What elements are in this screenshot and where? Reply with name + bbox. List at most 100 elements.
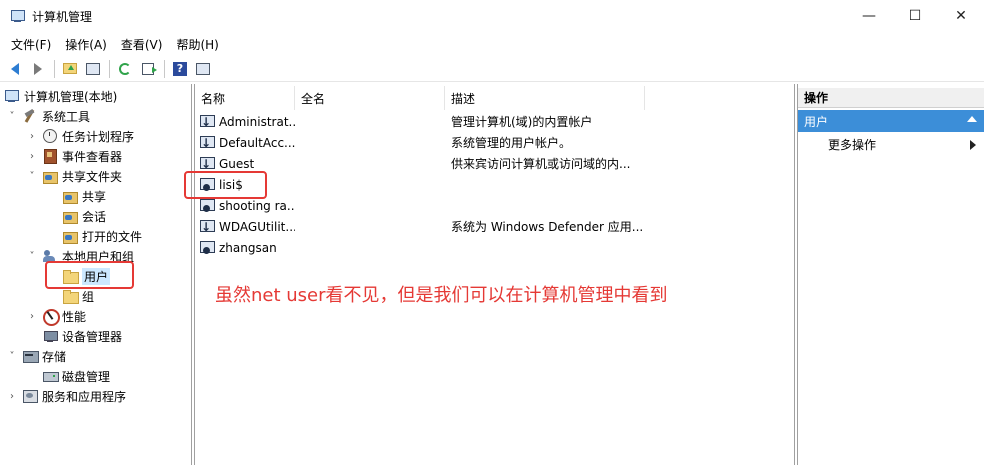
- user-description: [445, 237, 645, 258]
- list-row[interactable]: DefaultAcc... 系统管理的用户帐户。: [195, 132, 795, 153]
- console-tree: 计算机管理(本地) ˅ 系统工具 › 任务计划程序 › 事件查看器 ˅ 共享文件…: [0, 84, 192, 465]
- tree-label: 共享: [82, 189, 107, 204]
- shared-folder-icon: [62, 228, 78, 244]
- event-viewer-icon: [42, 148, 58, 164]
- window-controls: — ☐ ✕: [846, 0, 984, 32]
- actions-title: 操作: [798, 88, 984, 108]
- user-full-name: [295, 111, 445, 132]
- storage-icon: [22, 348, 39, 364]
- user-disabled-icon: [199, 219, 215, 235]
- user-description: 系统管理的用户帐户。: [451, 136, 572, 150]
- tree-sessions[interactable]: 会话: [62, 206, 106, 226]
- tree-system-tools[interactable]: ˅ 系统工具: [6, 106, 91, 126]
- disk-icon: [42, 368, 59, 384]
- tree-label: 组: [82, 289, 95, 304]
- tree-device-manager[interactable]: 设备管理器: [42, 326, 122, 346]
- tree-storage[interactable]: ˅ 存储: [6, 346, 67, 366]
- forward-button[interactable]: [27, 59, 49, 79]
- user-name: Administrat...: [219, 114, 295, 129]
- list-header: 名称 全名 描述: [195, 86, 795, 110]
- actions-section-users[interactable]: 用户: [798, 110, 984, 132]
- chevron-down-icon[interactable]: ˅: [6, 110, 18, 122]
- export-button[interactable]: [137, 59, 159, 79]
- column-header-full-name[interactable]: 全名: [295, 86, 445, 110]
- user-name: zhangsan: [219, 240, 277, 255]
- tree-shared-folders[interactable]: ˅ 共享文件夹: [26, 166, 122, 186]
- chevron-down-icon[interactable]: ˅: [6, 350, 18, 362]
- list-row[interactable]: lisi$: [195, 174, 795, 195]
- annotation-text: 虽然net user看不见，但是我们可以在计算机管理中看到: [215, 285, 668, 306]
- show-hide-tree-button[interactable]: [82, 59, 104, 79]
- toolbar: ?: [0, 56, 984, 82]
- column-header-description[interactable]: 描述: [445, 86, 645, 110]
- tree-label: 事件查看器: [62, 149, 123, 164]
- chevron-down-icon[interactable]: ˅: [26, 170, 38, 182]
- user-full-name: [295, 237, 445, 258]
- computer-icon: [4, 88, 20, 104]
- tree-task-scheduler[interactable]: › 任务计划程序: [26, 126, 134, 146]
- up-folder-button[interactable]: [59, 59, 81, 79]
- user-disabled-icon: [199, 156, 215, 172]
- chevron-right-icon[interactable]: ›: [26, 150, 38, 162]
- computer-management-icon: [10, 8, 26, 24]
- refresh-icon: [119, 62, 131, 75]
- collapse-up-icon[interactable]: [967, 116, 977, 122]
- maximize-button[interactable]: ☐: [892, 0, 938, 32]
- tree-performance[interactable]: › 性能: [26, 306, 86, 326]
- list-row[interactable]: Guest 供来宾访问计算机或访问域的内...: [195, 153, 795, 174]
- device-manager-icon: [42, 328, 58, 344]
- user-description: 系统为 Windows Defender 应用...: [451, 220, 644, 234]
- chevron-right-icon[interactable]: ›: [26, 130, 38, 142]
- back-button[interactable]: [4, 59, 26, 79]
- shared-folder-icon: [62, 188, 78, 204]
- highlight-box-users: [45, 261, 134, 289]
- list-row[interactable]: zhangsan: [195, 237, 795, 258]
- tools-icon: [22, 108, 38, 124]
- actions-section-label: 用户: [804, 114, 829, 129]
- user-description: [445, 195, 645, 216]
- user-name: WDAGUtilit...: [219, 219, 295, 234]
- menu-action[interactable]: 操作(A): [58, 36, 114, 53]
- tree-label: 存储: [42, 349, 67, 364]
- show-action-pane-button[interactable]: [192, 59, 214, 79]
- tree-root[interactable]: 计算机管理(本地): [4, 86, 117, 106]
- tree-shares[interactable]: 共享: [62, 186, 106, 206]
- chevron-right-icon[interactable]: ›: [26, 310, 38, 322]
- refresh-button[interactable]: [114, 59, 136, 79]
- chevron-down-icon[interactable]: ˅: [26, 250, 38, 262]
- close-button[interactable]: ✕: [938, 0, 984, 32]
- help-button[interactable]: ?: [169, 59, 191, 79]
- column-header-name[interactable]: 名称: [195, 86, 295, 110]
- tree-label: 磁盘管理: [62, 369, 111, 384]
- tree-event-viewer[interactable]: › 事件查看器: [26, 146, 122, 166]
- menu-file[interactable]: 文件(F): [4, 36, 58, 53]
- tree-services-apps[interactable]: › 服务和应用程序: [6, 386, 126, 406]
- user-list-pane: 名称 全名 描述 Administrat... 管理计算机(域)的内置帐户 De…: [184, 84, 795, 465]
- shared-folder-icon: [42, 168, 58, 184]
- list-row[interactable]: Administrat... 管理计算机(域)的内置帐户: [195, 111, 795, 132]
- list-row[interactable]: shooting ra...: [195, 195, 795, 216]
- chevron-right-icon[interactable]: ›: [6, 390, 18, 402]
- tree-open-files[interactable]: 打开的文件: [62, 226, 142, 246]
- back-icon: [11, 62, 19, 75]
- menu-view[interactable]: 查看(V): [114, 36, 170, 53]
- tree-label: 设备管理器: [62, 329, 123, 344]
- show-action-pane-icon: [196, 62, 210, 75]
- submenu-arrow-icon: [970, 140, 976, 150]
- tree-label: 系统工具: [42, 109, 91, 124]
- menu-help[interactable]: 帮助(H): [169, 36, 225, 53]
- actions-pane: 操作 用户 更多操作: [797, 84, 984, 465]
- tree-root-label: 计算机管理(本地): [24, 89, 118, 104]
- forward-icon: [34, 62, 42, 75]
- tree-label: 共享文件夹: [62, 169, 123, 184]
- toolbar-separator: [164, 59, 165, 78]
- minimize-button[interactable]: —: [846, 0, 892, 32]
- more-actions-item[interactable]: 更多操作: [828, 136, 876, 153]
- list-row[interactable]: WDAGUtilit... 系统为 Windows Defender 应用...: [195, 216, 795, 237]
- tree-groups[interactable]: 组: [62, 286, 94, 306]
- user-full-name: [295, 195, 445, 216]
- tree-disk-management[interactable]: 磁盘管理: [42, 366, 110, 386]
- highlight-box-lisi: [184, 171, 267, 199]
- shared-folder-icon: [62, 208, 78, 224]
- tree-label: 服务和应用程序: [42, 389, 127, 404]
